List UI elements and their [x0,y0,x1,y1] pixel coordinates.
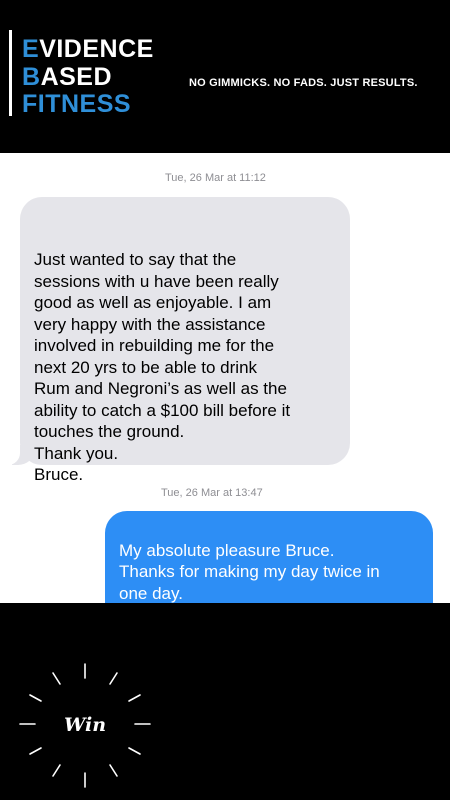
logo-line-fitness: FITNESS [22,90,132,118]
bubble-tail [0,443,34,465]
win-label: Win [63,714,107,736]
logo-line-based: BASED [22,63,113,91]
incoming-message-text: Just wanted to say that the sessions wit… [34,250,291,484]
footer-panel: Win [0,603,450,800]
sunburst-icon [19,663,151,788]
outgoing-message-bubble[interactable]: My absolute pleasure Bruce. Thanks for m… [105,511,433,603]
message-timestamp: Tue, 26 Mar at 11:12 [165,172,266,184]
brand-header: EVIDENCE BASED FITNESS NO GIMMICKS. NO F… [0,0,450,153]
message-timestamp: Tue, 26 Mar at 13:47 [161,487,263,499]
logo-bar [9,30,12,116]
logo-line-evidence: EVIDENCE [22,35,154,63]
outgoing-message-text: My absolute pleasure Bruce. Thanks for m… [119,540,380,603]
tagline: NO GIMMICKS. NO FADS. JUST RESULTS. [189,77,418,89]
message-thread: Tue, 26 Mar at 11:12 Just wanted to say … [0,153,450,603]
incoming-message-bubble[interactable]: Just wanted to say that the sessions wit… [0,197,350,484]
